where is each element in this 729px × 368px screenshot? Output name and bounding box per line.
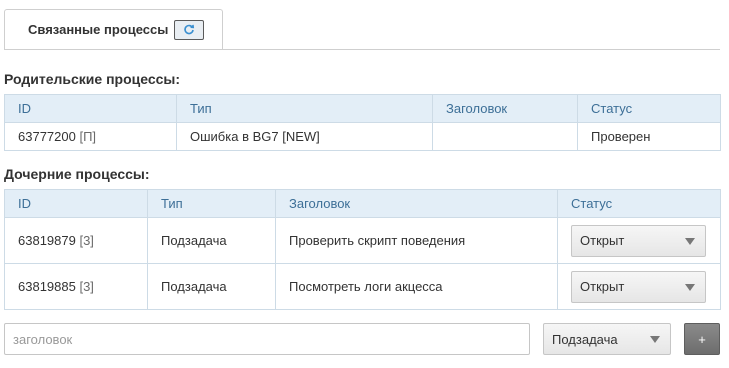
- parent-processes-table: ID Тип Заголовок Статус 63777200 [П] Оши…: [4, 94, 721, 151]
- table-header-row: ID Тип Заголовок Статус: [4, 94, 721, 123]
- table-row: 63819885 [3] Подзадача Посмотреть логи а…: [4, 263, 721, 310]
- tab-label: Связанные процессы: [28, 22, 169, 37]
- column-header-title: Заголовок: [275, 189, 558, 218]
- new-child-title-input[interactable]: [4, 323, 530, 355]
- child-processes-title: Дочерние процессы:: [4, 166, 150, 182]
- process-type-cell: Подзадача: [147, 263, 276, 310]
- column-header-status: Статус: [557, 189, 721, 218]
- add-child-button[interactable]: +: [684, 323, 720, 355]
- process-type-cell: Ошибка в BG7 [NEW]: [176, 122, 433, 151]
- status-select[interactable]: Открыт: [571, 270, 706, 303]
- column-header-id: ID: [4, 94, 177, 123]
- tab-related-processes[interactable]: Связанные процессы: [4, 9, 223, 49]
- process-title-cell: Посмотреть логи акцесса: [275, 263, 558, 310]
- process-id-link[interactable]: 63819885: [18, 279, 76, 294]
- process-id-suffix: [3]: [79, 279, 94, 294]
- new-child-type-select[interactable]: Подзадача: [543, 323, 671, 355]
- type-select-value: Подзадача: [552, 331, 618, 347]
- process-id-suffix: [П]: [79, 129, 97, 144]
- parent-processes-title: Родительские процессы:: [4, 71, 181, 87]
- process-status-cell: Открыт: [557, 217, 721, 264]
- tab-bar: Связанные процессы: [4, 9, 720, 50]
- child-processes-table: ID Тип Заголовок Статус 63819879 [3] Под…: [4, 189, 721, 310]
- process-id-cell: 63819879 [3]: [4, 217, 148, 264]
- chevron-down-icon: [685, 283, 695, 291]
- table-row: 63777200 [П] Ошибка в BG7 [NEW] Проверен: [4, 122, 721, 151]
- process-id-link[interactable]: 63819879: [18, 233, 76, 248]
- refresh-button[interactable]: [174, 19, 205, 40]
- column-header-status: Статус: [577, 94, 721, 123]
- status-select[interactable]: Открыт: [571, 224, 706, 257]
- process-status-cell: Проверен: [577, 122, 721, 151]
- process-status-cell: Открыт: [557, 263, 721, 310]
- chevron-down-icon: [685, 237, 695, 245]
- refresh-icon: [184, 24, 195, 34]
- status-select-value: Открыт: [580, 279, 625, 294]
- column-header-id: ID: [4, 189, 148, 218]
- status-select-value: Открыт: [580, 233, 625, 248]
- process-id-cell: 63777200 [П]: [4, 122, 177, 151]
- process-title-cell: Проверить скрипт поведения: [275, 217, 558, 264]
- column-header-title: Заголовок: [432, 94, 578, 123]
- chevron-down-icon: [650, 336, 660, 343]
- process-id-link[interactable]: 63777200: [18, 129, 76, 144]
- process-id-suffix: [3]: [79, 233, 94, 248]
- column-header-type: Тип: [176, 94, 433, 123]
- table-header-row: ID Тип Заголовок Статус: [4, 189, 721, 218]
- process-type-cell: Подзадача: [147, 217, 276, 264]
- table-row: 63819879 [3] Подзадача Проверить скрипт …: [4, 217, 721, 264]
- column-header-type: Тип: [147, 189, 276, 218]
- process-id-cell: 63819885 [3]: [4, 263, 148, 310]
- process-title-cell: [432, 122, 578, 151]
